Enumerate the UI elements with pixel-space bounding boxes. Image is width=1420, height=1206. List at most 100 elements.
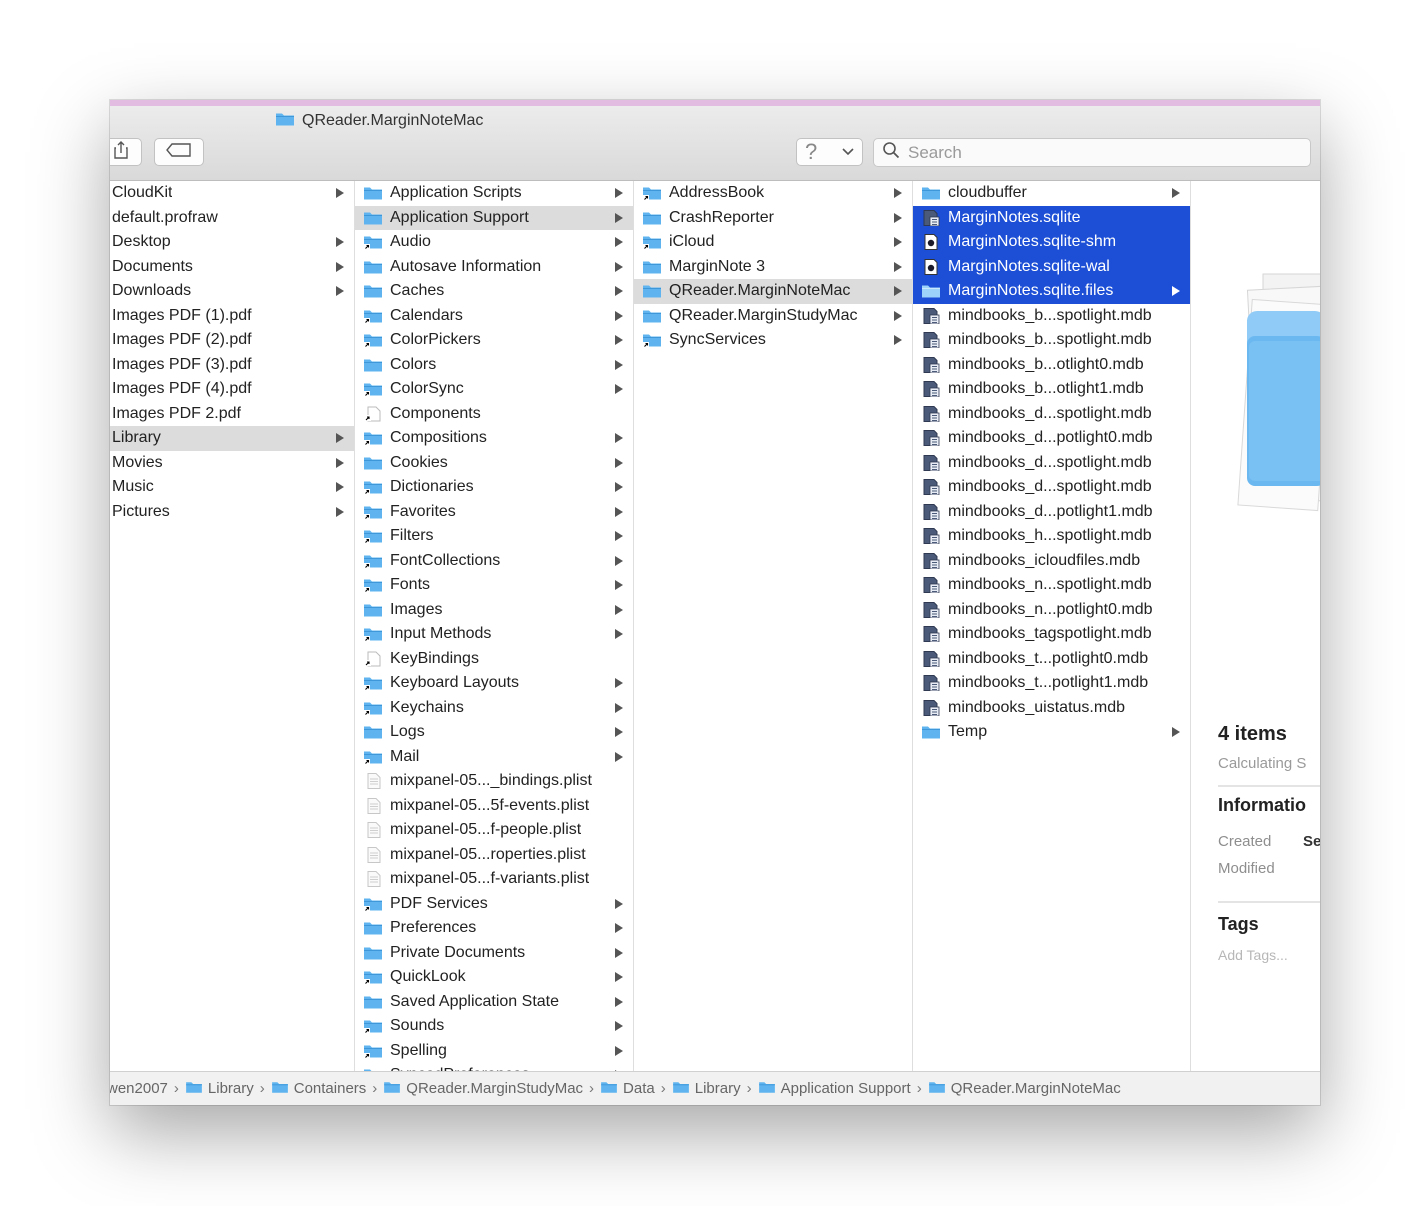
file-row-calendars[interactable]: Calendars: [355, 304, 633, 329]
file-row-mindbooks-b-otlight1-mdb[interactable]: mindbooks_b...otlight1.mdb: [913, 377, 1190, 402]
file-row-mindbooks-icloudfiles-mdb[interactable]: mindbooks_icloudfiles.mdb: [913, 549, 1190, 574]
file-row-spelling[interactable]: Spelling: [355, 1039, 633, 1064]
path-crumb-application-support[interactable]: Application Support: [758, 1080, 911, 1098]
file-row-marginnotes-sqlite-shm[interactable]: MarginNotes.sqlite-shm: [913, 230, 1190, 255]
share-button[interactable]: [110, 138, 142, 166]
file-row-compositions[interactable]: Compositions: [355, 426, 633, 451]
file-row-dictionaries[interactable]: Dictionaries: [355, 475, 633, 500]
file-row-components[interactable]: Components: [355, 402, 633, 427]
file-row-music[interactable]: Music: [110, 475, 354, 500]
search-input[interactable]: [908, 142, 1288, 163]
file-row-addressbook[interactable]: AddressBook: [634, 181, 912, 206]
file-row-desktop[interactable]: Desktop: [110, 230, 354, 255]
file-row-marginnotes-sqlite[interactable]: MarginNotes.sqlite: [913, 205, 1190, 230]
disclosure-arrow-icon: [1172, 720, 1180, 745]
file-row-cookies[interactable]: Cookies: [355, 451, 633, 476]
file-row-mindbooks-tagspotlight-mdb[interactable]: mindbooks_tagspotlight.mdb: [913, 622, 1190, 647]
file-row-private-documents[interactable]: Private Documents: [355, 941, 633, 966]
file-row-keybindings[interactable]: KeyBindings: [355, 647, 633, 672]
file-row-images-pdf-3-pdf[interactable]: Images PDF (3).pdf: [110, 353, 354, 378]
file-row-autosave-information[interactable]: Autosave Information: [355, 255, 633, 280]
path-crumb-wen2007[interactable]: wen2007: [110, 1080, 168, 1097]
file-row-mixpanel-05-5f-events-plist[interactable]: mixpanel-05...5f-events.plist: [355, 794, 633, 819]
file-row-images-pdf-2-pdf[interactable]: Images PDF 2.pdf: [110, 402, 354, 427]
file-row-mindbooks-b-spotlight-mdb[interactable]: mindbooks_b...spotlight.mdb: [913, 304, 1190, 329]
path-crumb-library[interactable]: Library: [672, 1080, 741, 1098]
file-row-mindbooks-t-potlight0-mdb[interactable]: mindbooks_t...potlight0.mdb: [913, 647, 1190, 672]
file-row-mindbooks-d-spotlight-mdb[interactable]: mindbooks_d...spotlight.mdb: [913, 402, 1190, 427]
file-row-crashreporter[interactable]: CrashReporter: [634, 206, 912, 231]
file-row-mindbooks-d-spotlight-mdb[interactable]: mindbooks_d...spotlight.mdb: [913, 475, 1190, 500]
file-row-mail[interactable]: Mail: [355, 745, 633, 770]
search-field[interactable]: [873, 138, 1311, 167]
file-row-marginnotes-sqlite-wal[interactable]: MarginNotes.sqlite-wal: [913, 254, 1190, 279]
file-row-sounds[interactable]: Sounds: [355, 1014, 633, 1039]
file-row-images-pdf-2-pdf[interactable]: Images PDF (2).pdf: [110, 328, 354, 353]
file-name: QuickLook: [390, 968, 466, 986]
file-row-mindbooks-uistatus-mdb[interactable]: mindbooks_uistatus.mdb: [913, 696, 1190, 721]
file-row-application-support[interactable]: Application Support: [355, 205, 633, 230]
path-crumb-qreader-marginstudymac[interactable]: QReader.MarginStudyMac: [383, 1080, 583, 1098]
file-row-temp[interactable]: Temp: [913, 720, 1190, 745]
file-row-favorites[interactable]: Favorites: [355, 500, 633, 525]
file-row-library[interactable]: Library: [110, 426, 354, 451]
path-crumb-data[interactable]: Data: [600, 1080, 655, 1098]
path-crumb-label: Data: [623, 1080, 655, 1097]
file-row-marginnote-3[interactable]: MarginNote 3: [634, 255, 912, 280]
file-row-keychains[interactable]: Keychains: [355, 696, 633, 721]
file-row-qreader-marginnotemac[interactable]: QReader.MarginNoteMac: [634, 279, 912, 304]
file-row-mindbooks-h-spotlight-mdb[interactable]: mindbooks_h...spotlight.mdb: [913, 524, 1190, 549]
file-row-filters[interactable]: Filters: [355, 524, 633, 549]
file-row-mindbooks-n-potlight0-mdb[interactable]: mindbooks_n...potlight0.mdb: [913, 598, 1190, 623]
file-row-pictures[interactable]: Pictures: [110, 500, 354, 525]
file-row-mixpanel-05-bindings-plist[interactable]: mixpanel-05..._bindings.plist: [355, 769, 633, 794]
file-row-syncservices[interactable]: SyncServices: [634, 328, 912, 353]
file-row-images-pdf-1-pdf[interactable]: Images PDF (1).pdf: [110, 304, 354, 329]
file-row-audio[interactable]: Audio: [355, 230, 633, 255]
file-row-mindbooks-d-spotlight-mdb[interactable]: mindbooks_d...spotlight.mdb: [913, 451, 1190, 476]
add-tags-field[interactable]: Add Tags...: [1218, 947, 1288, 963]
file-row-images[interactable]: Images: [355, 598, 633, 623]
path-crumb-qreader-marginnotemac[interactable]: QReader.MarginNoteMac: [928, 1080, 1121, 1098]
file-name: mindbooks_icloudfiles.mdb: [948, 551, 1141, 569]
path-crumb-containers[interactable]: Containers: [271, 1080, 366, 1098]
file-row-saved-application-state[interactable]: Saved Application State: [355, 990, 633, 1015]
file-row-mindbooks-d-potlight0-mdb[interactable]: mindbooks_d...potlight0.mdb: [913, 426, 1190, 451]
file-row-pdf-services[interactable]: PDF Services: [355, 892, 633, 917]
file-row-fontcollections[interactable]: FontCollections: [355, 549, 633, 574]
file-row-quicklook[interactable]: QuickLook: [355, 965, 633, 990]
file-row-downloads[interactable]: Downloads: [110, 279, 354, 304]
file-row-preferences[interactable]: Preferences: [355, 916, 633, 941]
file-row-documents[interactable]: Documents: [110, 255, 354, 280]
file-row-mindbooks-b-spotlight-mdb[interactable]: mindbooks_b...spotlight.mdb: [913, 328, 1190, 353]
file-row-movies[interactable]: Movies: [110, 451, 354, 476]
file-row-mindbooks-t-potlight1-mdb[interactable]: mindbooks_t...potlight1.mdb: [913, 671, 1190, 696]
file-row-mindbooks-b-otlight0-mdb[interactable]: mindbooks_b...otlight0.mdb: [913, 353, 1190, 378]
file-row-cloudbuffer[interactable]: cloudbuffer: [913, 181, 1190, 206]
file-row-mixpanel-05-roperties-plist[interactable]: mixpanel-05...roperties.plist: [355, 843, 633, 868]
file-row-qreader-marginstudymac[interactable]: QReader.MarginStudyMac: [634, 304, 912, 329]
edit-tags-button[interactable]: [154, 138, 204, 166]
file-row-fonts[interactable]: Fonts: [355, 573, 633, 598]
file-row-icloud[interactable]: iCloud: [634, 230, 912, 255]
path-crumb-library[interactable]: Library: [185, 1080, 254, 1098]
file-row-application-scripts[interactable]: Application Scripts: [355, 181, 633, 206]
file-row-colorpickers[interactable]: ColorPickers: [355, 328, 633, 353]
file-row-mindbooks-d-potlight1-mdb[interactable]: mindbooks_d...potlight1.mdb: [913, 500, 1190, 525]
file-row-default-profraw[interactable]: default.profraw: [110, 206, 354, 231]
file-row-marginnotes-sqlite-files[interactable]: MarginNotes.sqlite.files: [913, 279, 1190, 304]
file-row-input-methods[interactable]: Input Methods: [355, 622, 633, 647]
file-row-mindbooks-n-spotlight-mdb[interactable]: mindbooks_n...spotlight.mdb: [913, 573, 1190, 598]
file-row-colorsync[interactable]: ColorSync: [355, 377, 633, 402]
size-status: Calculating S: [1218, 755, 1307, 772]
file-row-mixpanel-05-f-variants-plist[interactable]: mixpanel-05...f-variants.plist: [355, 867, 633, 892]
file-row-caches[interactable]: Caches: [355, 279, 633, 304]
action-menu-button[interactable]: ?: [796, 138, 863, 166]
file-row-cloudkit[interactable]: CloudKit: [110, 181, 354, 206]
file-row-colors[interactable]: Colors: [355, 353, 633, 378]
file-row-keyboard-layouts[interactable]: Keyboard Layouts: [355, 671, 633, 696]
file-row-images-pdf-4-pdf[interactable]: Images PDF (4).pdf: [110, 377, 354, 402]
file-row-logs[interactable]: Logs: [355, 720, 633, 745]
file-row-syncedpreferences[interactable]: SyncedPreferences: [355, 1063, 633, 1071]
file-row-mixpanel-05-f-people-plist[interactable]: mixpanel-05...f-people.plist: [355, 818, 633, 843]
